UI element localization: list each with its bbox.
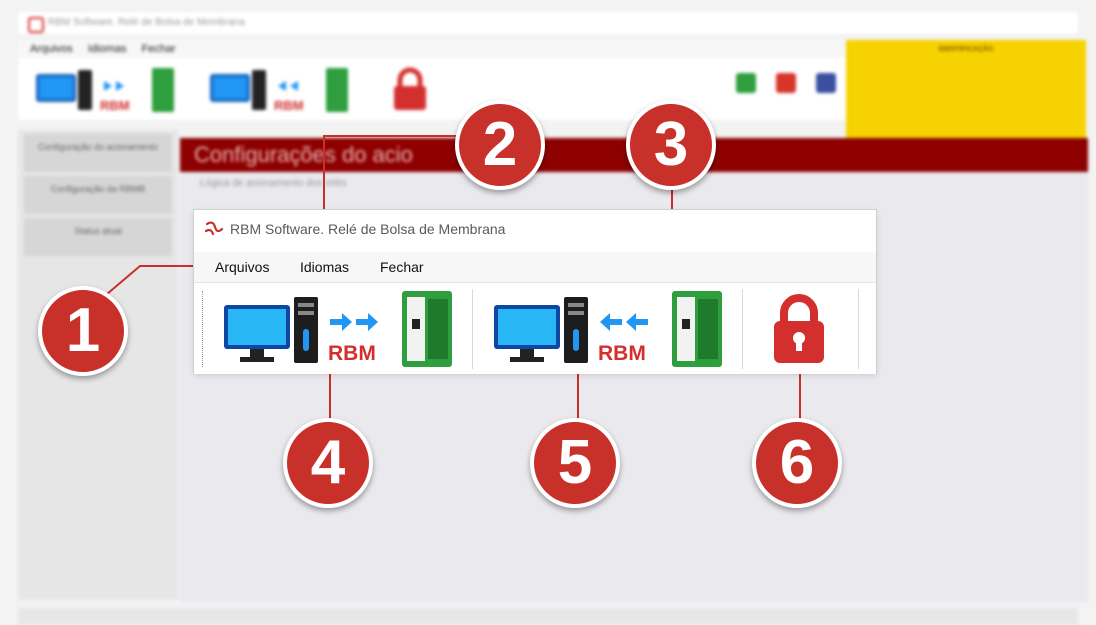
toolbar-grip[interactable] — [202, 291, 205, 367]
monitor-icon — [494, 305, 560, 362]
callout-badge-3: 3 — [626, 100, 716, 190]
menu-idiomas[interactable]: Idiomas — [300, 259, 349, 275]
app-logo-icon — [204, 221, 224, 236]
menu-bar: Arquivos Idiomas Fechar — [194, 252, 876, 282]
computer-tower-icon — [294, 297, 318, 363]
callout-badge-5: 5 — [530, 418, 620, 508]
callout-badge-4: 4 — [283, 418, 373, 508]
toolbar-separator — [858, 289, 859, 369]
padlock-icon — [774, 294, 824, 363]
send-to-rbm-button[interactable]: RBM — [222, 289, 456, 369]
callout-badge-1: 1 — [38, 286, 128, 376]
toolbar: RBM RBM — [194, 282, 876, 374]
rbm-relay-device-icon — [402, 291, 452, 367]
toolbar-separator — [472, 289, 473, 369]
callout-badge-2: 2 — [455, 100, 545, 190]
arrows-right-icon — [330, 313, 378, 331]
callout-badge-6: 6 — [752, 418, 842, 508]
title-bar: RBM Software. Relé de Bolsa de Membrana — [194, 210, 876, 248]
receive-rbm-label: RBM — [598, 342, 646, 365]
toolbar-separator — [742, 289, 743, 369]
menu-fechar[interactable]: Fechar — [380, 259, 424, 275]
zoomed-app-window: RBM Software. Relé de Bolsa de Membrana … — [194, 210, 876, 374]
monitor-icon — [224, 305, 290, 362]
lock-button[interactable] — [766, 289, 832, 369]
arrows-left-icon — [600, 313, 648, 331]
computer-tower-icon — [564, 297, 588, 363]
window-title: RBM Software. Relé de Bolsa de Membrana — [230, 221, 506, 237]
receive-from-rbm-button[interactable]: RBM — [492, 289, 726, 369]
menu-arquivos[interactable]: Arquivos — [215, 259, 269, 275]
rbm-relay-device-icon — [672, 291, 722, 367]
send-rbm-label: RBM — [328, 342, 376, 365]
